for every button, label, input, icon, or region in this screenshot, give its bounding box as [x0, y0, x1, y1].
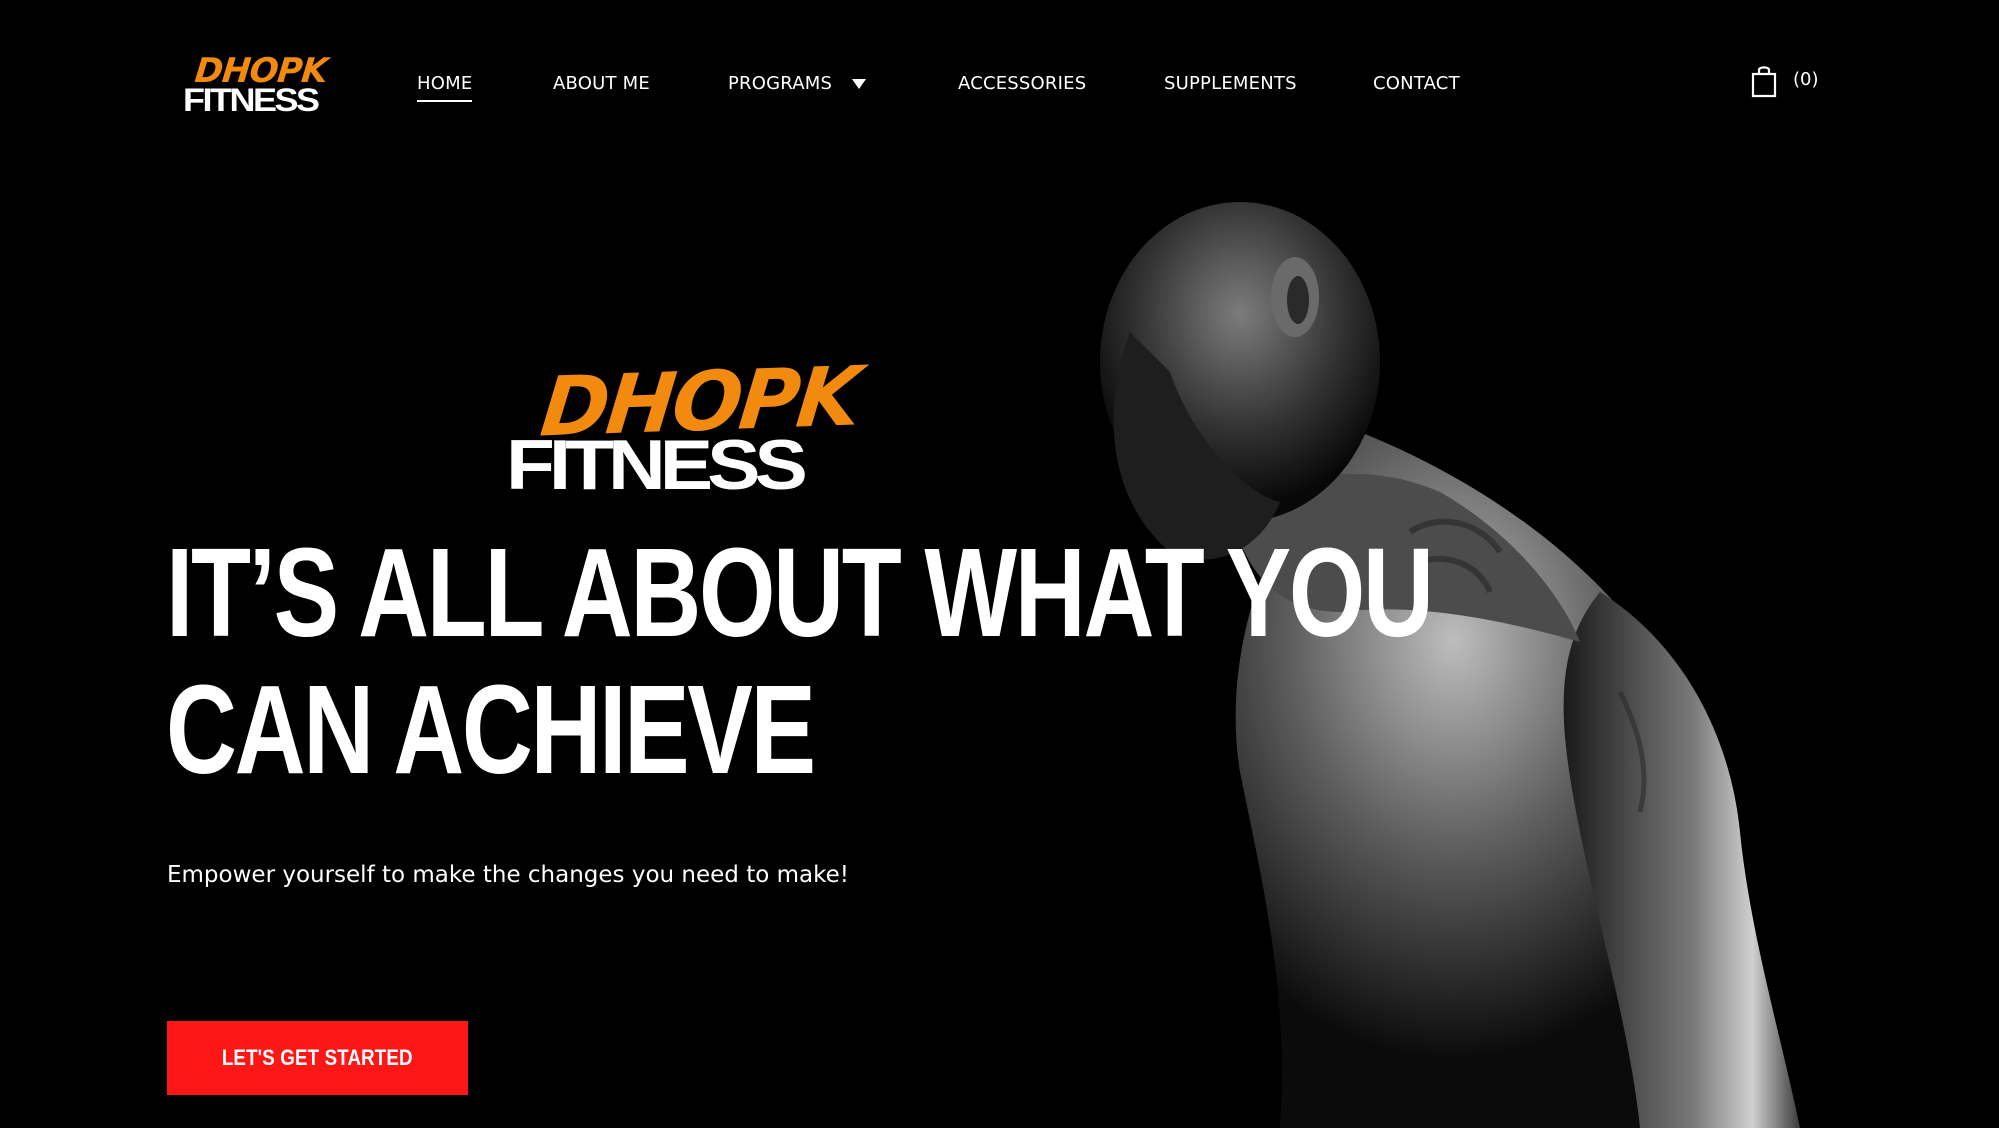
hero-headline-line-2: CAN ACHIEVE: [166, 659, 816, 800]
hero-subtext: Empower yourself to make the changes you…: [167, 862, 849, 888]
landing-page: DHOPK FITNESS HOME ABOUT ME PROGRAMS ACC…: [0, 0, 1999, 1128]
shopping-bag-icon: [1751, 66, 1777, 98]
programs-dropdown-caret-icon[interactable]: [852, 79, 866, 89]
hero-brand-logo: DHOPK FITNESS: [506, 350, 876, 504]
get-started-button-label: LET'S GET STARTED: [222, 1045, 413, 1070]
nav-item-supplements[interactable]: SUPPLEMENTS: [1164, 72, 1297, 96]
nav-item-home[interactable]: HOME: [417, 72, 473, 102]
hero-headline: IT’S ALL ABOUT WHAT YOU CAN ACHIEVE: [166, 522, 1434, 800]
logo-text-bottom: FITNESS: [183, 81, 320, 119]
brand-logo[interactable]: DHOPK FITNESS: [181, 51, 331, 119]
nav-item-programs[interactable]: PROGRAMS: [728, 72, 832, 96]
hero-logo-text-bottom: FITNESS: [506, 425, 808, 504]
nav-item-about-me[interactable]: ABOUT ME: [553, 72, 650, 96]
nav-item-accessories[interactable]: ACCESSORIES: [958, 72, 1086, 96]
cart-count: (0): [1793, 69, 1819, 90]
hero-headline-line-1: IT’S ALL ABOUT WHAT YOU: [166, 522, 1434, 663]
nav-item-contact[interactable]: CONTACT: [1373, 72, 1460, 96]
cart-button[interactable]: (0): [1750, 64, 1860, 100]
get-started-button[interactable]: LET'S GET STARTED: [167, 1021, 468, 1095]
